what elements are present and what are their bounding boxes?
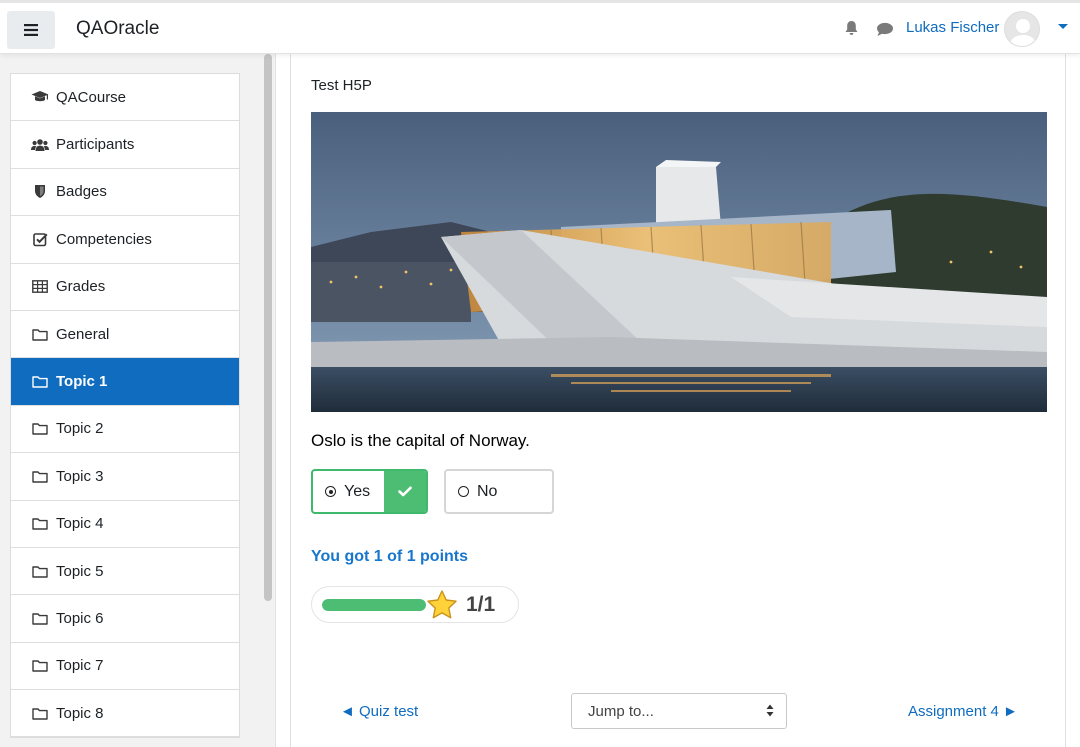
drawer-scrollbar[interactable] — [264, 54, 272, 601]
sidebar-item-general[interactable]: General — [11, 311, 239, 359]
sidebar-item-topic-3[interactable]: Topic 3 — [11, 453, 239, 501]
question-text: Oslo is the capital of Norway. — [311, 431, 530, 450]
sidebar-item-topic-2[interactable]: Topic 2 — [11, 406, 239, 454]
sidebar-item-label: Topic 5 — [56, 562, 104, 580]
chevron-down-icon[interactable] — [1058, 24, 1068, 29]
shield-icon — [31, 184, 49, 200]
folder-icon — [31, 516, 49, 532]
radio-selected-icon — [325, 486, 336, 497]
users-icon — [31, 137, 49, 153]
sidebar-item-participants[interactable]: Participants — [11, 121, 239, 169]
sidebar-item-topic-7[interactable]: Topic 7 — [11, 643, 239, 691]
sidebar-item-topic-1[interactable]: Topic 1 — [11, 358, 239, 406]
sidebar-item-label: General — [56, 325, 110, 343]
bell-icon[interactable] — [844, 20, 859, 36]
folder-icon — [31, 468, 49, 484]
next-activity-link[interactable]: Assignment 4 ► — [908, 703, 1018, 720]
chat-icon[interactable] — [876, 22, 894, 37]
sidebar-item-label: Competencies — [56, 230, 152, 248]
sidebar-item-label: Participants — [56, 136, 135, 154]
sidebar-item-label: Topic 2 — [56, 420, 104, 438]
score-bar-widget: 1/1 — [311, 586, 519, 623]
radio-unselected-icon — [458, 486, 469, 497]
sidebar-item-topic-5[interactable]: Topic 5 — [11, 548, 239, 596]
activity-title: Test H5P — [311, 77, 372, 94]
sidebar-item-label: QACourse — [56, 88, 127, 106]
folder-icon — [31, 610, 49, 626]
sidebar-item-label: Topic 6 — [56, 609, 104, 627]
sidebar-item-label: Grades — [56, 278, 106, 296]
sidebar-item-label: Topic 4 — [56, 515, 104, 533]
top-navbar: QAOracle Lukas Fischer — [0, 0, 1080, 54]
user-avatar-icon — [1009, 19, 1037, 46]
sidebar-item-label: Topic 8 — [56, 704, 104, 722]
sidebar-item-topic-8[interactable]: Topic 8 — [11, 690, 239, 738]
sidebar-item-label: Topic 1 — [56, 373, 108, 391]
sidebar-item-label: Badges — [56, 183, 107, 201]
correct-check-icon — [384, 471, 426, 512]
sidebar-item-topic-6[interactable]: Topic 6 — [11, 595, 239, 643]
answer-no-button[interactable]: No — [444, 469, 554, 514]
answer-yes-content: Yes — [313, 483, 384, 501]
score-progress-fill — [322, 599, 426, 611]
hamburger-icon — [24, 24, 38, 36]
folder-icon — [31, 421, 49, 437]
user-menu-name[interactable]: Lukas Fischer — [906, 19, 999, 36]
score-value: 1/1 — [466, 593, 496, 616]
star-icon — [427, 590, 457, 619]
menu-toggle-button[interactable] — [7, 11, 55, 49]
folder-icon — [31, 374, 49, 390]
folder-icon — [31, 658, 49, 674]
sidebar-item-label: Topic 7 — [56, 657, 104, 675]
jump-to-label: Jump to... — [588, 702, 654, 720]
score-feedback: You got 1 of 1 points — [311, 548, 469, 565]
prev-activity-link[interactable]: ◄ Quiz test — [340, 703, 418, 720]
site-name[interactable]: QAOracle — [76, 18, 159, 40]
select-arrows-icon — [766, 704, 774, 717]
sidebar-item-badges[interactable]: Badges — [11, 169, 239, 217]
oslo-opera-house-image — [311, 112, 1047, 412]
sidebar-item-label: Topic 3 — [56, 467, 104, 485]
answer-yes-label: Yes — [344, 482, 371, 500]
table-icon — [31, 279, 49, 295]
sidebar-item-grades[interactable]: Grades — [11, 264, 239, 311]
answer-no-label: No — [477, 482, 498, 500]
drawer-list: QACourse Participants Badges Competencie… — [10, 73, 240, 739]
avatar[interactable] — [1004, 11, 1040, 47]
answer-yes-button[interactable]: Yes — [311, 469, 428, 514]
nav-drawer: QACourse Participants Badges Competencie… — [0, 54, 276, 747]
graduation-cap-icon — [31, 89, 49, 105]
score-progress-bar — [322, 599, 426, 611]
sidebar-item-competencies[interactable]: Competencies — [11, 216, 239, 264]
folder-icon — [31, 705, 49, 721]
folder-icon — [31, 326, 49, 342]
folder-icon — [31, 563, 49, 579]
sidebar-item-qacourse[interactable]: QACourse — [11, 74, 239, 122]
check-square-icon — [31, 231, 49, 247]
jump-to-select[interactable]: Jump to... — [571, 693, 787, 729]
sidebar-item-topic-4[interactable]: Topic 4 — [11, 501, 239, 548]
